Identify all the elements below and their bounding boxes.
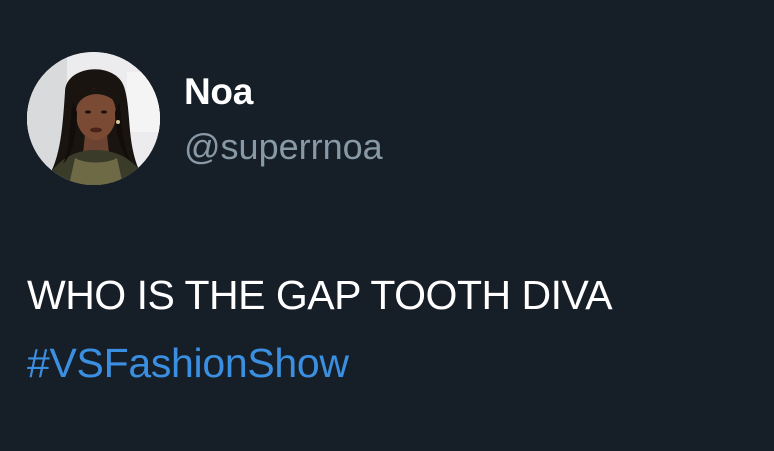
user-handle[interactable]: @superrnoa bbox=[184, 125, 383, 169]
tweet-text: WHO IS THE GAP TOOTH DIVA bbox=[27, 272, 613, 318]
display-name[interactable]: Noa bbox=[184, 70, 253, 114]
tweet-card: Noa @superrnoa WHO IS THE GAP TOOTH DIVA… bbox=[0, 0, 774, 451]
hashtag-link[interactable]: #VSFashionShow bbox=[27, 338, 349, 388]
avatar[interactable] bbox=[27, 52, 160, 185]
avatar-photo bbox=[27, 52, 160, 185]
